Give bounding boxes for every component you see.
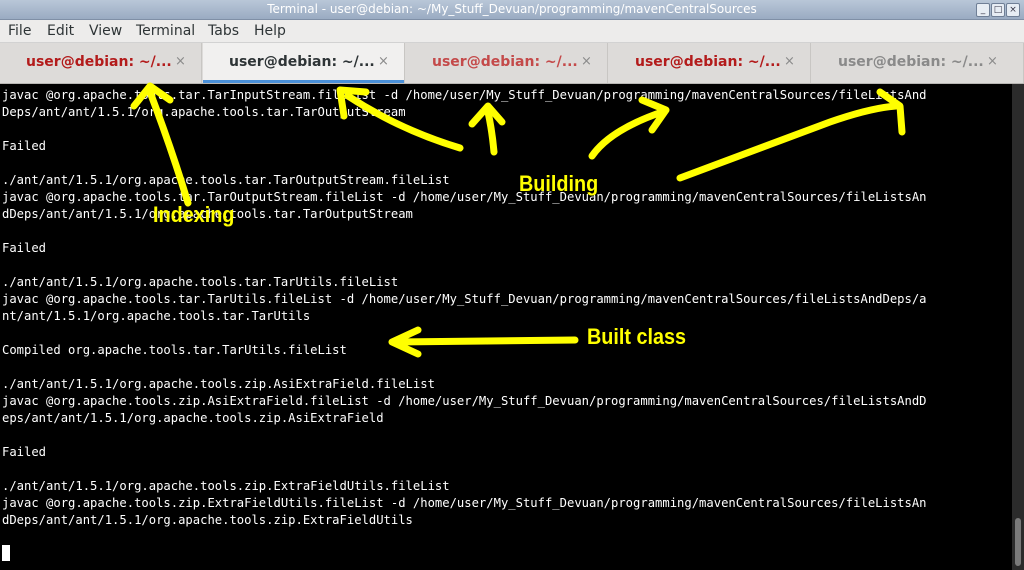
menu-view[interactable]: View xyxy=(89,23,122,39)
window-title: Terminal - user@debian: ~/My_Stuff_Devua… xyxy=(267,2,757,16)
terminal-cursor xyxy=(2,545,10,561)
tab-label: user@debian: ~/... xyxy=(432,54,578,70)
terminal-line: javac @org.apache.tools.tar.TarOutputStr… xyxy=(2,190,927,204)
menu-file[interactable]: File xyxy=(8,23,31,39)
maximize-button[interactable]: □ xyxy=(991,3,1005,17)
active-tab-indicator xyxy=(203,80,404,83)
terminal-line: ./ant/ant/1.5.1/org.apache.tools.tar.Tar… xyxy=(2,275,399,289)
terminal-line: Compiled org.apache.tools.tar.TarUtils.f… xyxy=(2,343,347,357)
tab-1[interactable]: user@debian: ~/... × xyxy=(0,43,202,83)
tab-3[interactable]: user@debian: ~/... × xyxy=(406,43,608,83)
menu-tabs[interactable]: Tabs xyxy=(208,23,239,39)
tab-close-icon[interactable]: × xyxy=(581,54,592,69)
terminal-line: eps/ant/ant/1.5.1/org.apache.tools.zip.A… xyxy=(2,411,384,425)
tab-5[interactable]: user@debian: ~/... × xyxy=(812,43,1024,83)
annotation-indexing: Indexing xyxy=(153,202,235,227)
menu-bar: File Edit View Terminal Tabs Help xyxy=(0,20,1024,43)
tab-4[interactable]: user@debian: ~/... × xyxy=(609,43,811,83)
tab-close-icon[interactable]: × xyxy=(987,54,998,69)
scrollbar-thumb[interactable] xyxy=(1015,518,1021,566)
tab-2[interactable]: user@debian: ~/... × xyxy=(203,43,405,83)
terminal-line: javac @org.apache.tools.zip.AsiExtraFiel… xyxy=(2,394,927,408)
tab-close-icon[interactable]: × xyxy=(784,54,795,69)
tab-label: user@debian: ~/... xyxy=(26,54,172,70)
terminal-line: javac @org.apache.tools.tar.TarUtils.fil… xyxy=(2,292,927,306)
annotation-building: Building xyxy=(519,171,599,196)
terminal-line: nt/ant/1.5.1/org.apache.tools.tar.TarUti… xyxy=(2,309,311,323)
tab-label: user@debian: ~/... xyxy=(635,54,781,70)
terminal-line: Failed xyxy=(2,445,47,459)
annotation-built-class: Built class xyxy=(587,324,687,349)
terminal-line: ./ant/ant/1.5.1/org.apache.tools.zip.Ext… xyxy=(2,479,450,493)
terminal-line: ./ant/ant/1.5.1/org.apache.tools.tar.Tar… xyxy=(2,173,450,187)
menu-edit[interactable]: Edit xyxy=(47,23,74,39)
tab-bar: user@debian: ~/... × user@debian: ~/... … xyxy=(0,43,1024,84)
tab-close-icon[interactable]: × xyxy=(378,54,389,69)
terminal-line: javac @org.apache.tools.zip.ExtraFieldUt… xyxy=(2,496,927,510)
menu-terminal[interactable]: Terminal xyxy=(136,23,195,39)
window-titlebar[interactable]: Terminal - user@debian: ~/My_Stuff_Devua… xyxy=(0,0,1024,20)
tab-label: user@debian: ~/... xyxy=(838,54,984,70)
terminal-line: dDeps/ant/ant/1.5.1/org.apache.tools.zip… xyxy=(2,513,413,527)
terminal-line: Failed xyxy=(2,139,47,153)
scrollbar[interactable] xyxy=(1012,84,1024,570)
menu-help[interactable]: Help xyxy=(254,23,286,39)
terminal-line: ./ant/ant/1.5.1/org.apache.tools.zip.Asi… xyxy=(2,377,435,391)
terminal-line: Deps/ant/ant/1.5.1/org.apache.tools.tar.… xyxy=(2,105,406,119)
terminal-line: javac @org.apache.tools.tar.TarInputStre… xyxy=(2,88,927,102)
minimize-button[interactable]: _ xyxy=(976,3,990,17)
close-window-button[interactable]: × xyxy=(1006,3,1020,17)
tab-label: user@debian: ~/... xyxy=(229,54,375,70)
tab-close-icon[interactable]: × xyxy=(175,54,186,69)
terminal-output[interactable]: javac @org.apache.tools.tar.TarInputStre… xyxy=(0,84,1012,570)
terminal-line: Failed xyxy=(2,241,47,255)
